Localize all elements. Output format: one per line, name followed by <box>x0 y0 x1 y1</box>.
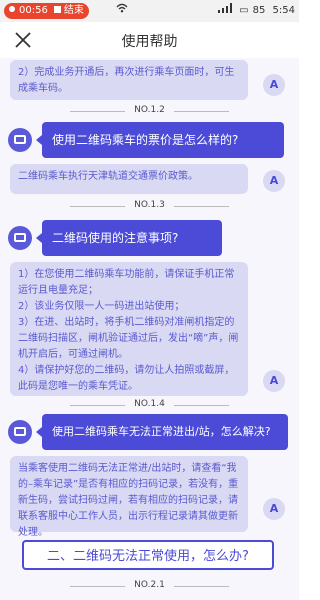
item-number: NO.1.4 <box>0 399 299 409</box>
stop-icon <box>53 6 61 13</box>
record-time: 00:56 <box>19 5 48 16</box>
answer-line: 1）在您使用二维码乘车功能前，请保证手机正常运行且电量充足； <box>18 269 235 296</box>
wifi-icon <box>116 3 128 19</box>
question-title[interactable]: 二维码使用的注意事项? <box>36 220 222 256</box>
help-content[interactable]: 2）完成业务开通后，再次进行乘车页面时，可生成乘车码。 A NO.1.2 使用二… <box>0 58 299 600</box>
question-icon <box>8 226 32 250</box>
answer-a-icon: A <box>263 170 285 192</box>
record-dot-icon <box>9 6 15 12</box>
question-icon <box>8 420 32 444</box>
battery-level: 85 <box>252 5 266 16</box>
answer-text: 2）完成业务开通后，再次进行乘车页面时，可生成乘车码。 <box>18 67 235 94</box>
answer-a-icon: A <box>263 74 285 96</box>
status-right: ▭ 85 5:54 <box>217 3 295 19</box>
answer-bubble: 当乘客使用二维码无法正常进/出站时，请查看“我的–乘车记录”是否有相应的扫码记录… <box>10 456 248 538</box>
answer-line: 2）该业务仅限一人一码进出站使用； <box>18 301 185 312</box>
answer-text: 二维码乘车执行天津轨道交通票价政策。 <box>18 171 198 182</box>
question-title[interactable]: 使用二维码乘车无法正常进出/站，怎么解决? <box>36 414 288 450</box>
battery-icon: ▭ <box>239 5 249 16</box>
status-bar: 00:56 结束 ▭ 85 5:54 <box>0 0 299 22</box>
answer-bubble: 二维码乘车执行天津轨道交通票价政策。 <box>10 164 248 194</box>
screen-record-indicator[interactable]: 00:56 结束 <box>4 3 89 19</box>
record-stop-label: 结束 <box>63 5 84 16</box>
signal-icon <box>217 3 232 13</box>
answer-line: 4）请保护好您的二维码，请勿让人拍照或截屏，此码是您唯一的乘车凭证。 <box>18 365 235 392</box>
question-icon <box>8 128 32 152</box>
section-header-button[interactable]: 二、二维码无法正常使用，怎么办? <box>22 540 274 570</box>
answer-line: 3）在进、出站时，将手机二维码对准闸机指定的二维码扫描区，闸机验证通过后，发出“… <box>18 317 239 360</box>
answer-bubble: 1）在您使用二维码乘车功能前，请保证手机正常运行且电量充足； 2）该业务仅限一人… <box>10 262 248 396</box>
item-number: NO.1.2 <box>0 105 299 115</box>
clock: 5:54 <box>272 5 295 16</box>
item-number: NO.2.1 <box>0 580 299 590</box>
app-header: 使用帮助 <box>0 22 299 58</box>
item-number: NO.1.3 <box>0 200 299 210</box>
page-title: 使用帮助 <box>121 34 178 50</box>
answer-a-icon: A <box>263 370 285 392</box>
answer-a-icon: A <box>263 498 285 520</box>
answer-text: 当乘客使用二维码无法正常进/出站时，请查看“我的–乘车记录”是否有相应的扫码记录… <box>18 463 239 538</box>
answer-bubble: 2）完成业务开通后，再次进行乘车页面时，可生成乘车码。 <box>10 60 248 100</box>
question-title[interactable]: 使用二维码乘车的票价是怎么样的? <box>36 122 284 158</box>
